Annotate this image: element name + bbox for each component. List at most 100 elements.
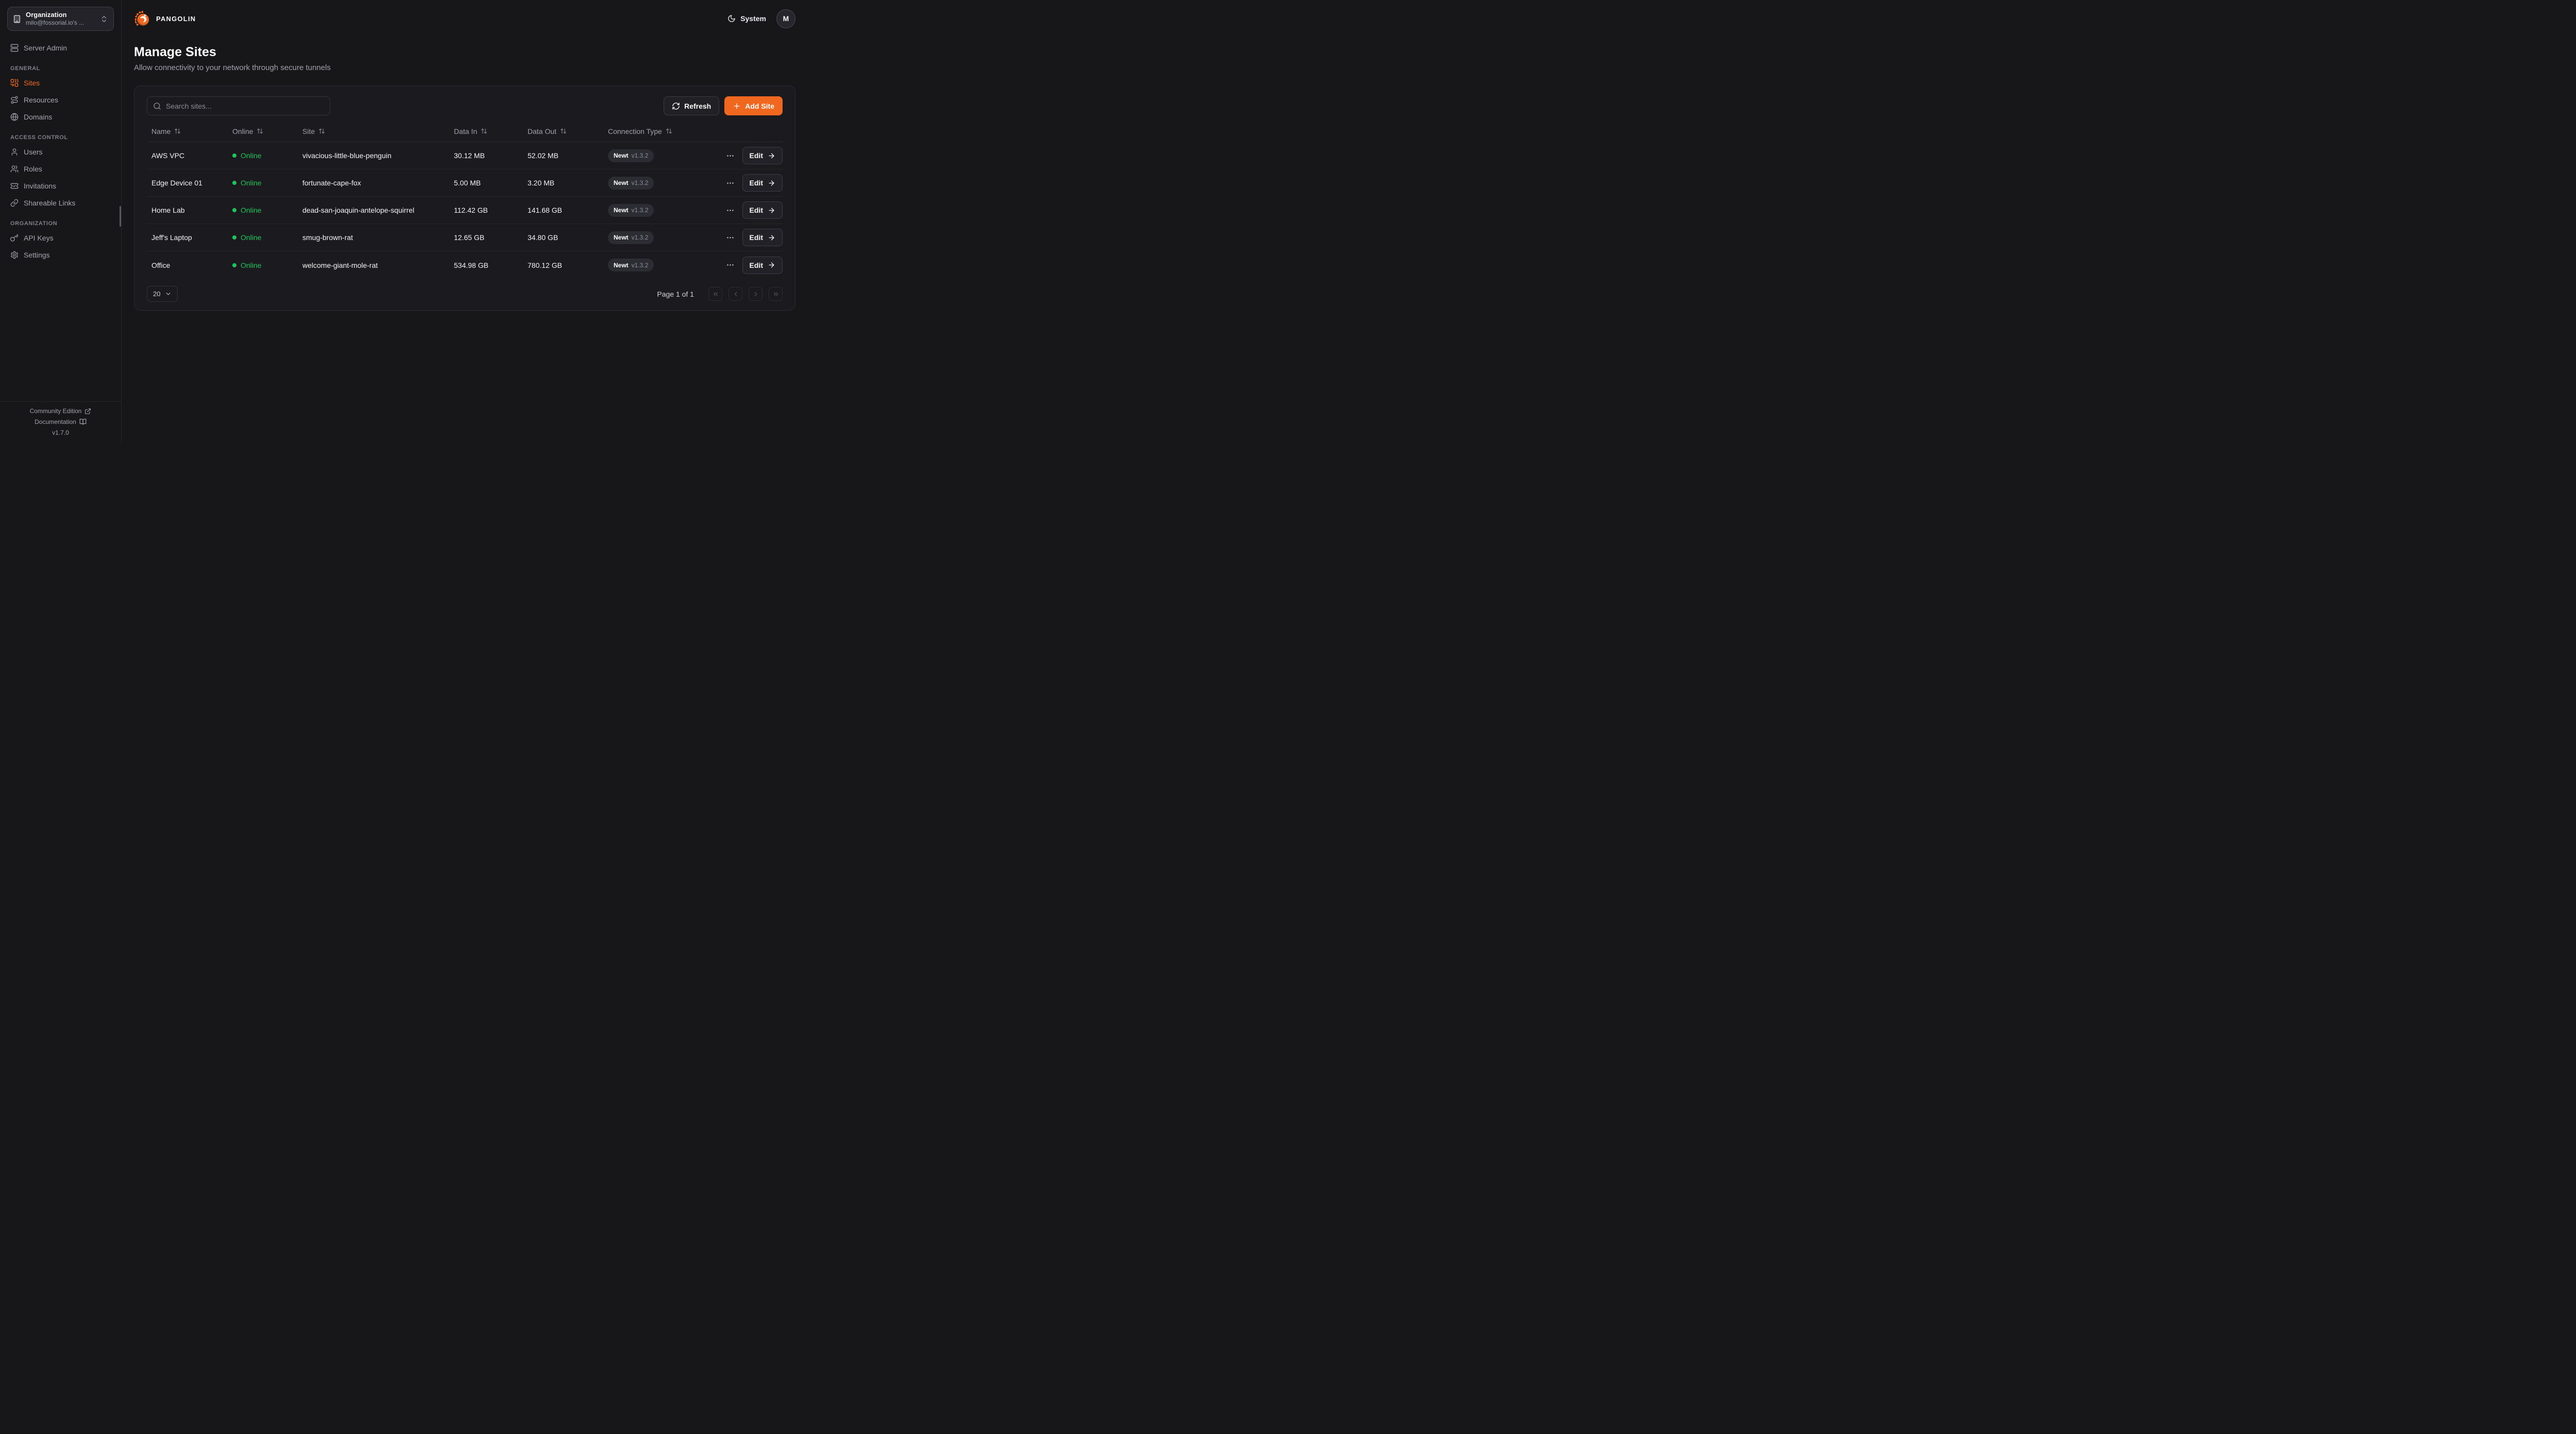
sidebar-item-sites[interactable]: Sites [7, 74, 114, 91]
search-box[interactable] [147, 96, 330, 115]
version-label: v1.7.0 [52, 429, 69, 436]
user-avatar[interactable]: M [776, 9, 795, 28]
nav-section-heading: GENERAL [10, 65, 111, 72]
brand[interactable]: PANGOLIN [134, 10, 196, 27]
table-footer: 20 Page 1 of 1 [147, 286, 783, 302]
connection-type-badge: Newtv1.3.2 [608, 231, 654, 244]
next-page-button[interactable] [749, 287, 762, 301]
table-row: AWS VPCOnlinevivacious-little-blue-pengu… [147, 142, 783, 169]
site-id-cell: vivacious-little-blue-penguin [298, 151, 449, 160]
sidebar-item-label: Sites [24, 79, 40, 87]
connection-type-badge: Newtv1.3.2 [608, 259, 654, 271]
online-status-dot [232, 208, 236, 212]
ellipsis-icon [726, 151, 735, 160]
data-in-cell: 30.12 MB [449, 151, 523, 160]
data-in-cell: 534.98 GB [449, 261, 523, 269]
page-header: Manage Sites Allow connectivity to your … [134, 45, 795, 72]
sidebar-item-shareable-links[interactable]: Shareable Links [7, 194, 114, 211]
sidebar-item-roles[interactable]: Roles [7, 160, 114, 177]
column-label: Name [151, 127, 171, 135]
sites-toolbar: Refresh Add Site [147, 96, 783, 115]
data-out-cell: 3.20 MB [523, 179, 603, 187]
org-title: Organization [26, 11, 95, 19]
globe-icon [10, 113, 19, 121]
page-size-value: 20 [153, 290, 160, 298]
pagination-buttons [708, 287, 783, 301]
server-icon [10, 44, 19, 52]
edit-button[interactable]: Edit [742, 174, 783, 192]
chevron-left-icon [732, 291, 739, 298]
sidebar-item-settings[interactable]: Settings [7, 246, 114, 263]
previous-page-button[interactable] [728, 287, 742, 301]
page-title: Manage Sites [134, 45, 795, 60]
arrow-right-icon [768, 234, 775, 242]
column-header-site[interactable]: Site [298, 127, 449, 135]
route-icon [10, 96, 19, 104]
sort-icon [318, 128, 325, 134]
row-menu-button[interactable] [726, 261, 735, 269]
search-input[interactable] [166, 102, 324, 110]
page-size-select[interactable]: 20 [147, 286, 178, 302]
column-header-name[interactable]: Name [147, 127, 228, 135]
online-status-cell: Online [228, 261, 298, 269]
site-name-cell: Office [147, 261, 228, 269]
online-status-label: Online [241, 151, 261, 160]
edit-button[interactable]: Edit [742, 201, 783, 219]
refresh-button[interactable]: Refresh [664, 96, 719, 115]
data-in-cell: 112.42 GB [449, 206, 523, 214]
site-name-cell: Home Lab [147, 206, 228, 214]
community-edition-link[interactable]: Community Edition [30, 407, 92, 415]
row-menu-button[interactable] [726, 206, 735, 215]
user-icon [10, 148, 19, 156]
sidebar-item-api-keys[interactable]: API Keys [7, 229, 114, 246]
org-subtitle: milo@fossorial.io's ... [26, 19, 95, 27]
sort-icon [481, 128, 487, 134]
add-site-button[interactable]: Add Site [724, 96, 783, 115]
sidebar-item-label: Invitations [24, 182, 56, 190]
table-header-row: Name OnlineSiteData InData OutConnection … [147, 121, 783, 142]
sidebar-item-invitations[interactable]: Invitations [7, 177, 114, 194]
combine-icon [10, 79, 19, 87]
connection-type-cell: Newtv1.3.2 [603, 177, 704, 190]
edit-button[interactable]: Edit [742, 229, 783, 246]
online-status-label: Online [241, 261, 261, 269]
row-menu-button[interactable] [726, 179, 735, 187]
first-page-button[interactable] [708, 287, 722, 301]
connection-type-badge: Newtv1.3.2 [608, 177, 654, 190]
edit-label: Edit [750, 233, 763, 242]
chevrons-right-icon [772, 291, 779, 298]
pagination: Page 1 of 1 [657, 287, 783, 301]
sidebar-item-resources[interactable]: Resources [7, 91, 114, 108]
sort-icon [174, 128, 181, 134]
row-menu-button[interactable] [726, 151, 735, 160]
sidebar-item-server-admin[interactable]: Server Admin [7, 39, 114, 56]
key-icon [10, 234, 19, 242]
row-menu-button[interactable] [726, 233, 735, 242]
column-header-online[interactable]: Online [228, 127, 298, 135]
data-out-cell: 34.80 GB [523, 233, 603, 242]
sidebar-item-domains[interactable]: Domains [7, 108, 114, 125]
org-switcher[interactable]: Organization milo@fossorial.io's ... [7, 7, 114, 31]
site-id-cell: welcome-giant-mole-rat [298, 261, 449, 269]
online-status-dot [232, 181, 236, 185]
theme-toggle[interactable]: System [727, 14, 766, 23]
page-info: Page 1 of 1 [657, 290, 694, 298]
edit-button[interactable]: Edit [742, 257, 783, 274]
column-header-data-in[interactable]: Data In [449, 127, 523, 135]
org-switcher-text: Organization milo@fossorial.io's ... [26, 11, 95, 27]
sort-icon [666, 128, 672, 134]
last-page-button[interactable] [769, 287, 783, 301]
documentation-link[interactable]: Documentation [35, 418, 87, 425]
chevrons-up-down-icon [100, 15, 108, 23]
column-header-connection-type[interactable]: Connection Type [603, 127, 704, 135]
sort-icon [560, 128, 567, 134]
sidebar-item-users[interactable]: Users [7, 143, 114, 160]
site-id-cell: fortunate-cape-fox [298, 179, 449, 187]
table-row: Home LabOnlinedead-san-joaquin-antelope-… [147, 197, 783, 224]
connection-type-badge: Newtv1.3.2 [608, 149, 654, 162]
moon-icon [727, 14, 736, 23]
column-header-data-out[interactable]: Data Out [523, 127, 603, 135]
edit-button[interactable]: Edit [742, 147, 783, 164]
sidebar-scrollbar[interactable] [120, 206, 121, 227]
data-out-cell: 780.12 GB [523, 261, 603, 269]
